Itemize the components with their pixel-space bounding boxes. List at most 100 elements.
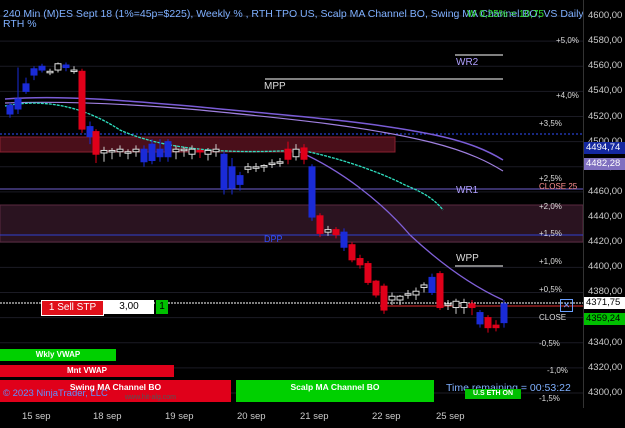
close-position-icon[interactable]: ✕ bbox=[560, 299, 573, 312]
price-tick-label: 4580,00 bbox=[588, 35, 623, 47]
candle-body bbox=[172, 148, 180, 153]
candle-body bbox=[148, 143, 156, 162]
candle-body bbox=[132, 148, 140, 153]
candle-body bbox=[500, 303, 508, 324]
candle-body bbox=[212, 148, 220, 153]
candle-body bbox=[70, 69, 78, 73]
order-qty-field[interactable]: 1 bbox=[156, 300, 168, 314]
candle-body bbox=[62, 64, 70, 69]
price-axis[interactable]: 4600,00 4580,00 4560,00 4540,00 4520,00 4500,… bbox=[583, 0, 625, 408]
website-text: www.hit-alg.com bbox=[125, 394, 176, 401]
pct-label: -1,0% bbox=[547, 366, 568, 375]
price-chart-canvas[interactable] bbox=[0, 0, 583, 408]
candle-body bbox=[228, 166, 236, 189]
candle-body bbox=[22, 83, 30, 92]
candle-body bbox=[156, 148, 164, 158]
pct-label: +5,0% bbox=[556, 36, 579, 45]
candle-body bbox=[78, 70, 86, 130]
candle-body bbox=[276, 161, 284, 164]
price-tick-label: 4340,00 bbox=[588, 336, 623, 348]
candle-body bbox=[92, 131, 100, 155]
close25-label: CLOSE 25 bbox=[539, 182, 578, 191]
candle-body bbox=[428, 276, 436, 293]
price-tick-label: 4460,00 bbox=[588, 185, 623, 197]
candle-body bbox=[164, 141, 172, 158]
candle-body bbox=[116, 148, 124, 153]
candle-body bbox=[324, 229, 332, 233]
candle-body bbox=[86, 126, 94, 138]
sell-stop-order-button[interactable]: 1 Sell STP bbox=[41, 300, 104, 316]
candle-body bbox=[460, 302, 468, 309]
mnt-vwap-badge: Mnt VWAP bbox=[0, 365, 174, 377]
pct-label: +2,0% bbox=[539, 202, 562, 211]
candle-body bbox=[38, 65, 46, 71]
date-tick-label: 25 sep bbox=[436, 411, 465, 422]
price-tag: 4494,74 bbox=[584, 142, 625, 155]
price-tick-label: 4320,00 bbox=[588, 361, 623, 373]
wr1-zone bbox=[0, 204, 583, 243]
close-label: CLOSE bbox=[539, 313, 567, 322]
candle-body bbox=[300, 147, 308, 160]
pct-label: -0,5% bbox=[539, 339, 560, 348]
candle-body bbox=[468, 303, 476, 309]
candle-body bbox=[252, 166, 260, 169]
price-tick-label: 4560,00 bbox=[588, 60, 623, 72]
candle-body bbox=[284, 148, 292, 160]
candle-body bbox=[388, 295, 396, 301]
candle-body bbox=[292, 148, 300, 158]
price-tick-label: 4520,00 bbox=[588, 110, 623, 122]
pct-label: +3,5% bbox=[539, 119, 562, 128]
candle-body bbox=[364, 263, 372, 283]
wr1-label: WR1 bbox=[456, 185, 479, 196]
date-tick-label: 20 sep bbox=[237, 411, 266, 422]
candle-body bbox=[268, 162, 276, 166]
candle-body bbox=[46, 70, 54, 74]
pct-label: +4,0% bbox=[556, 91, 579, 100]
pct-label: +0,5% bbox=[539, 285, 562, 294]
us-eth-on-badge: U.S ETH ON bbox=[465, 389, 521, 399]
candle-body bbox=[412, 290, 420, 296]
candle-body bbox=[204, 149, 212, 155]
date-tick-label: 21 sep bbox=[300, 411, 329, 422]
price-tick-label: 4600,00 bbox=[588, 10, 623, 21]
price-tick-label: 4420,00 bbox=[588, 236, 623, 248]
candle-body bbox=[372, 280, 380, 296]
candle-body bbox=[220, 153, 228, 190]
candle-body bbox=[452, 300, 460, 309]
candle-body bbox=[404, 293, 412, 296]
pct-label: +1,5% bbox=[539, 229, 562, 238]
date-axis[interactable]: 15 sep 18 sep 19 sep 20 sep 21 sep 22 sep 25 s… bbox=[0, 408, 583, 428]
candle-body bbox=[348, 244, 356, 261]
pct-label: -1,5% bbox=[539, 394, 560, 403]
weekly-change-text: W 0,25% = 10,75 bbox=[467, 9, 544, 20]
pct-label: +1,0% bbox=[539, 257, 562, 266]
candle-body bbox=[196, 149, 204, 153]
chart-plot-area[interactable]: 240 Min (M)ES Sept 18 (1%=45p=$225), Wee… bbox=[0, 0, 584, 408]
candle-body bbox=[316, 215, 324, 234]
candle-body bbox=[420, 284, 428, 288]
price-tick-label: 4540,00 bbox=[588, 85, 623, 97]
price-tick-label: 4400,00 bbox=[588, 261, 623, 273]
candle-body bbox=[188, 148, 196, 155]
wpp-label: WPP bbox=[456, 253, 479, 264]
candle-body bbox=[308, 166, 316, 218]
candle-body bbox=[260, 165, 268, 168]
candle-body bbox=[484, 317, 492, 329]
order-price-field[interactable]: 3,00 bbox=[104, 300, 154, 314]
candle-body bbox=[180, 148, 188, 152]
candle-body bbox=[236, 175, 244, 185]
date-tick-label: 22 sep bbox=[372, 411, 401, 422]
candle-body bbox=[356, 258, 364, 266]
date-tick-label: 15 sep bbox=[22, 411, 51, 422]
candle-body bbox=[6, 104, 14, 115]
price-tick-label: 4300,00 bbox=[588, 387, 623, 398]
candle-body bbox=[108, 149, 116, 153]
candle-body bbox=[54, 63, 62, 71]
wkly-vwap-badge: Wkly VWAP bbox=[0, 349, 116, 361]
price-tag: 4359,24 bbox=[584, 312, 625, 325]
price-tick-label: 4380,00 bbox=[588, 286, 623, 298]
date-tick-label: 18 sep bbox=[93, 411, 122, 422]
candle-body bbox=[140, 148, 148, 163]
price-tag: 4371,75 bbox=[584, 296, 625, 309]
scalp-ma-panel: Scalp MA Channel BO bbox=[236, 380, 434, 402]
